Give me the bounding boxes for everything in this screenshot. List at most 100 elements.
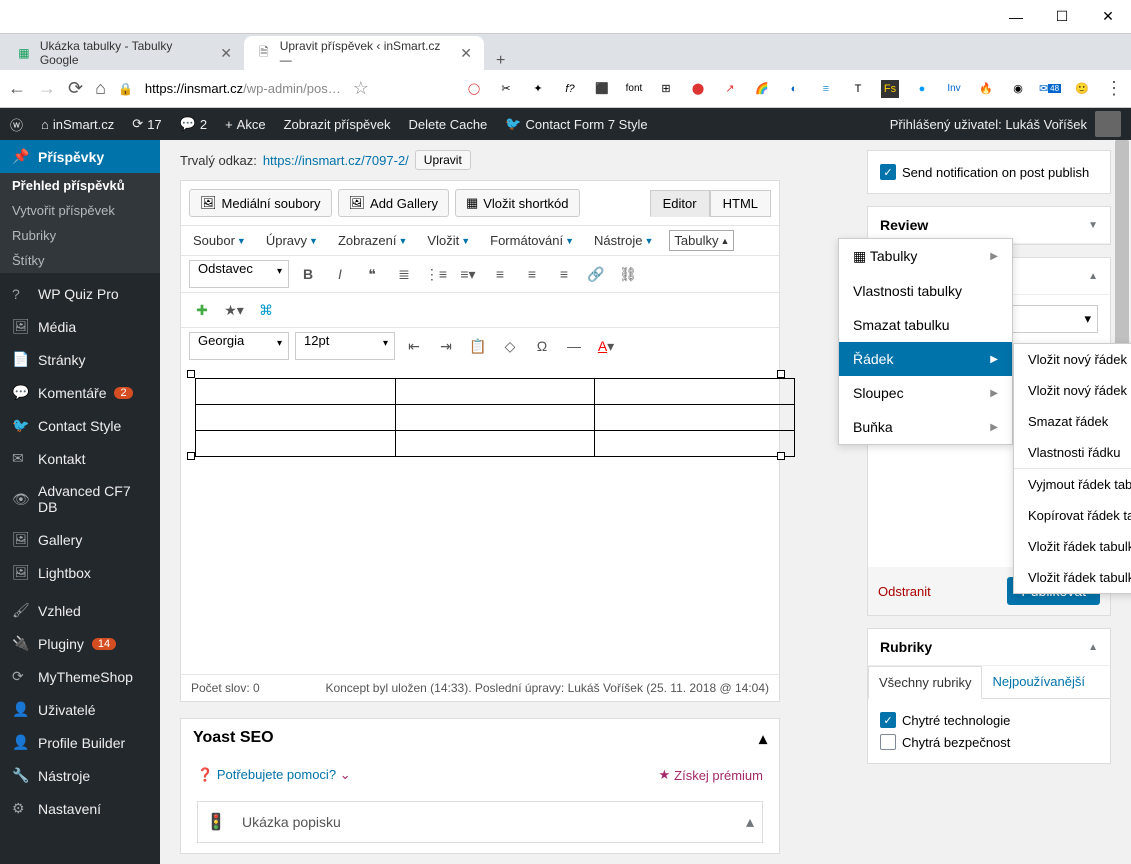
align-center-button[interactable]: ≡ [519, 261, 545, 287]
align-left-button[interactable]: ≡ [487, 261, 513, 287]
star-icon[interactable]: ☆ [353, 78, 369, 99]
browser-tab[interactable]: ▦ Ukázka tabulky - Tabulky Google ✕ [4, 36, 244, 70]
toggle-icon[interactable]: ▲ [1088, 271, 1098, 282]
quote-button[interactable]: ❝ [359, 261, 385, 287]
unlink-button[interactable]: ⛓ [615, 261, 641, 287]
ol-button[interactable]: ⋮≡ [423, 261, 449, 287]
ext-icon[interactable]: 🌈 [753, 80, 771, 98]
sidebar-posts[interactable]: 📌Příspěvky [0, 140, 160, 173]
site-link[interactable]: ⌂ inSmart.cz [41, 117, 114, 132]
menu-edit[interactable]: Úpravy▼ [262, 230, 322, 251]
sidebar-item[interactable]: 🖼Gallery [0, 523, 160, 556]
special-button[interactable]: Ω [529, 333, 555, 359]
toggle-icon[interactable]: ▴ [759, 729, 767, 749]
window-minimize-button[interactable]: — [993, 0, 1039, 34]
sidebar-sub-tags[interactable]: Štítky [0, 248, 160, 273]
paste-button[interactable]: 📋 [465, 333, 491, 359]
textcolor-button[interactable]: A▾ [593, 333, 619, 359]
size-select[interactable]: 12pt [295, 332, 395, 360]
ext-icon[interactable]: ✂ [497, 80, 515, 98]
ext-icon[interactable]: 🔥 [977, 80, 995, 98]
categories-tab-popular[interactable]: Nejpoužívanější [982, 666, 1095, 698]
forward-button[interactable]: → [38, 78, 56, 99]
editor-tab-html[interactable]: HTML [710, 190, 771, 217]
window-close-button[interactable]: ✕ [1085, 0, 1131, 34]
menu-insert[interactable]: Vložit▼ [423, 230, 474, 251]
bold-button[interactable]: B [295, 261, 321, 287]
category-checkbox[interactable]: ✓ [880, 712, 896, 728]
reload-button[interactable]: ⟳ [68, 78, 83, 99]
ext-icon[interactable]: Fs [881, 80, 899, 98]
ext-icon[interactable]: f? [561, 80, 579, 98]
notify-checkbox[interactable]: ✓ [880, 164, 896, 180]
tab-close-icon[interactable]: ✕ [460, 45, 472, 62]
media-button[interactable]: 🖼 Mediální soubory [189, 189, 332, 217]
home-button[interactable]: ⌂ [95, 78, 106, 99]
menu-button[interactable]: ⋮ [1105, 78, 1123, 99]
resize-handle[interactable] [777, 370, 785, 378]
template-button[interactable]: ⌘ [253, 297, 279, 323]
submenu-insert-above[interactable]: Vložit nový řádek nahoru [1014, 344, 1131, 375]
menu-table[interactable]: Tabulky▲ [669, 230, 734, 251]
sidebar-item[interactable]: ⚙Nastavení [0, 792, 160, 825]
browser-tab[interactable]: 🗎 Upravit příspěvek ‹ inSmart.cz — ✕ [244, 36, 484, 70]
menu-tools[interactable]: Nástroje▼ [590, 230, 657, 251]
menu-item-tables[interactable]: ▦ Tabulky▶ [839, 239, 1012, 274]
outdent-button[interactable]: ⇤ [401, 333, 427, 359]
clear-button[interactable]: ◇ [497, 333, 523, 359]
ext-icon[interactable]: ⬛ [593, 80, 611, 98]
resize-handle[interactable] [187, 452, 195, 460]
ext-icon[interactable]: ≡ [817, 80, 835, 98]
user-avatar[interactable] [1095, 111, 1121, 137]
sidebar-item[interactable]: 👤Profile Builder [0, 726, 160, 759]
menu-item-row[interactable]: Řádek▶ [839, 342, 1012, 376]
sidebar-sub-categories[interactable]: Rubriky [0, 223, 160, 248]
sidebar-item[interactable]: 🔌Pluginy14 [0, 627, 160, 660]
ext-icon[interactable]: ◯ [465, 80, 483, 98]
paragraph-select[interactable]: Odstavec [189, 260, 289, 288]
link-button[interactable]: 🔗 [583, 261, 609, 287]
tab-close-icon[interactable]: ✕ [220, 45, 232, 62]
ul-button[interactable]: ≣ [391, 261, 417, 287]
sidebar-item[interactable]: 💬Komentáře2 [0, 376, 160, 409]
ext-icon[interactable]: ◐ [785, 80, 803, 98]
delete-cache-link[interactable]: Delete Cache [409, 117, 488, 132]
insert-shortcode-button[interactable]: ▦ Vložit shortkód [455, 189, 580, 217]
toggle-icon[interactable]: ▼ [1088, 220, 1098, 231]
sidebar-sub-overview[interactable]: Přehled příspěvků [0, 173, 160, 198]
indent-button[interactable]: ⇥ [433, 333, 459, 359]
font-select[interactable]: Georgia [189, 332, 289, 360]
submenu-insert-below[interactable]: Vložit nový řádek dolů [1014, 375, 1131, 406]
user-greeting[interactable]: Přihlášený uživatel: Lukáš Voříšek [890, 117, 1087, 132]
updates-link[interactable]: ⟳ 17 [132, 116, 161, 132]
editor-canvas[interactable] [181, 364, 779, 674]
submenu-delete-row[interactable]: Smazat řádek [1014, 406, 1131, 437]
menu-file[interactable]: Soubor▼ [189, 230, 250, 251]
category-checkbox[interactable] [880, 734, 896, 750]
menu-item-properties[interactable]: Vlastnosti tabulky [839, 274, 1012, 308]
new-link[interactable]: + Akce [225, 117, 266, 132]
hr-button[interactable]: — [561, 333, 587, 359]
sidebar-item[interactable]: ✉Kontakt [0, 442, 160, 475]
menu-item-cell[interactable]: Buňka▶ [839, 410, 1012, 444]
add-button[interactable]: ✚ [189, 297, 215, 323]
ext-icon[interactable]: ◉ [1009, 80, 1027, 98]
list-button[interactable]: ≡▾ [455, 261, 481, 287]
sidebar-item[interactable]: 📄Stránky [0, 343, 160, 376]
view-post-link[interactable]: Zobrazit příspěvek [284, 117, 391, 132]
align-right-button[interactable]: ≡ [551, 261, 577, 287]
submenu-paste-above[interactable]: Vložit řádek tabulky nahoru [1014, 531, 1131, 562]
toggle-icon[interactable]: ▲ [1088, 642, 1098, 653]
wp-logo[interactable]: ⓦ [10, 115, 23, 134]
add-gallery-button[interactable]: 🖼 Add Gallery [338, 189, 449, 217]
ext-icon[interactable]: ✉48 [1041, 80, 1059, 98]
ext-icon[interactable]: ⬤ [689, 80, 707, 98]
star-button[interactable]: ★▾ [221, 297, 247, 323]
ext-icon[interactable]: Inv [945, 80, 963, 98]
sidebar-item[interactable]: 👁Advanced CF7 DB [0, 475, 160, 523]
ext-icon[interactable]: ● [913, 80, 931, 98]
sidebar-item[interactable]: 👤Uživatelé [0, 693, 160, 726]
yoast-help-link[interactable]: Potřebujete pomoci? [217, 767, 336, 782]
menu-item-column[interactable]: Sloupec▶ [839, 376, 1012, 410]
back-button[interactable]: ← [8, 78, 26, 99]
